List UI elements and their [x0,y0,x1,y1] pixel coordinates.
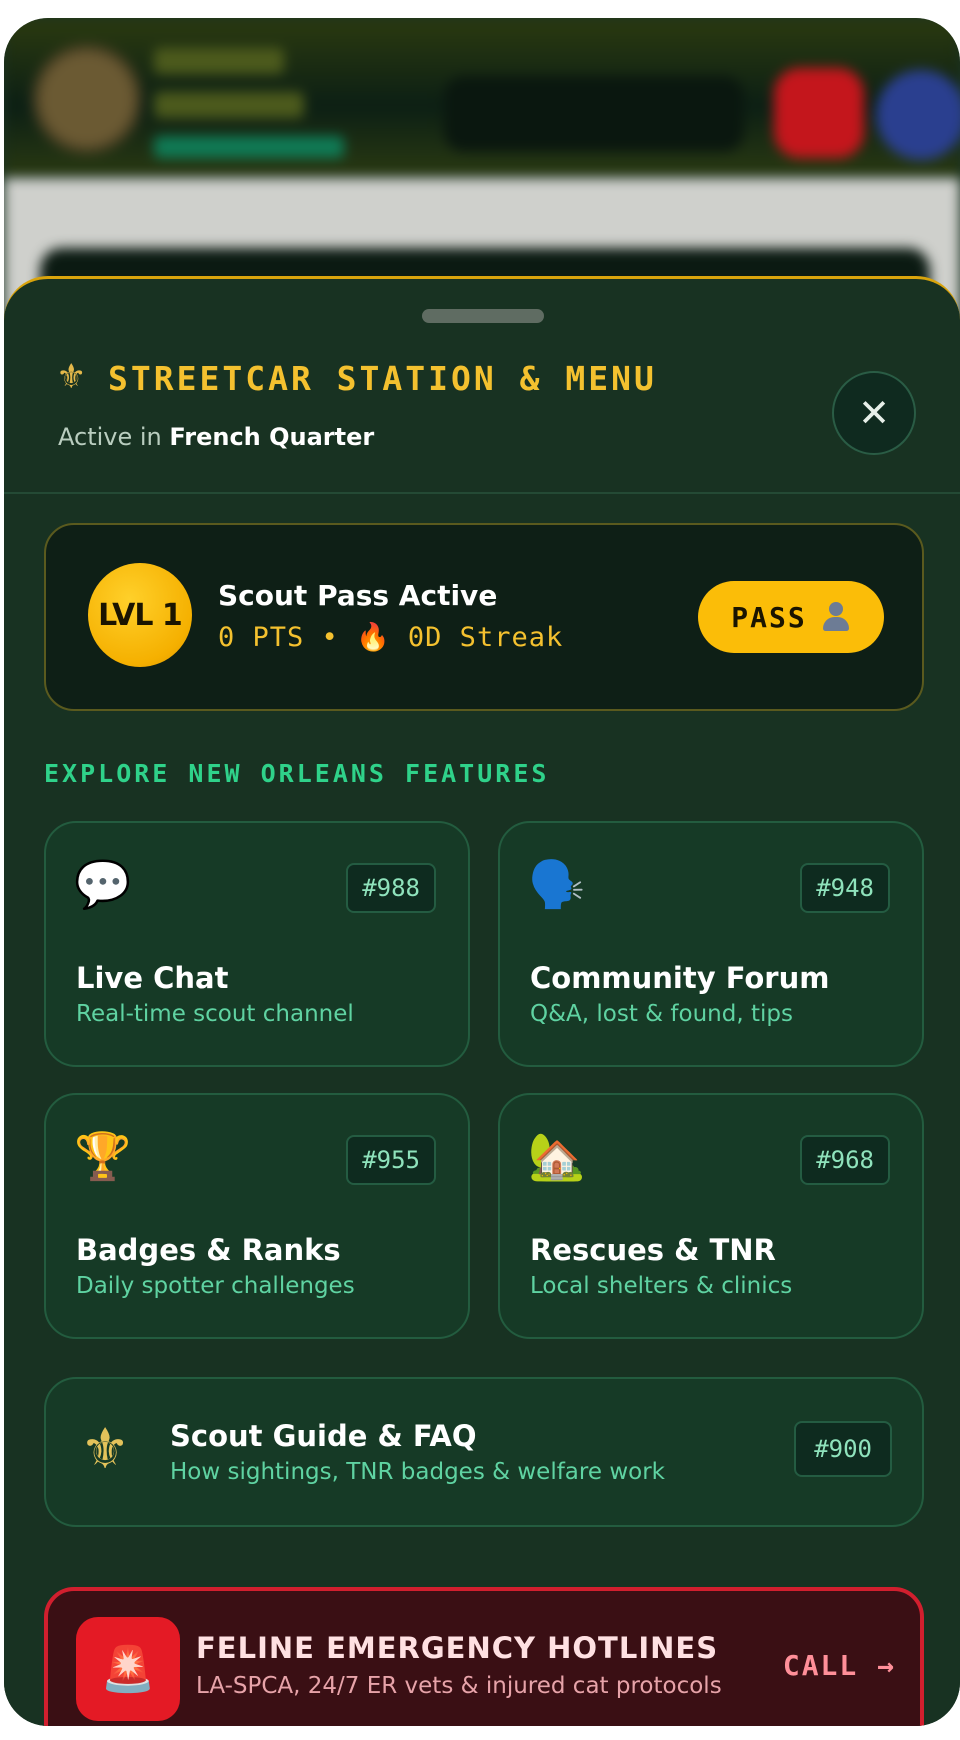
feature-description: Daily spotter challenges [76,1273,355,1299]
background-red-button [774,68,864,158]
feature-badge: #988 [346,863,436,913]
feature-title: Community Forum [530,961,830,995]
feature-description: Local shelters & clinics [530,1273,793,1299]
subtitle-prefix: Active in [58,423,162,451]
speech-bubble-icon: 💬 [74,857,132,911]
fleur-de-lis-icon: ⚜ [80,1417,131,1482]
feature-tile-live-chat[interactable]: 💬 #988 Live Chat Real-time scout channel [44,821,470,1067]
feature-tile-badges-ranks[interactable]: 🏆 #955 Badges & Ranks Daily spotter chal… [44,1093,470,1339]
feature-title: Badges & Ranks [76,1233,341,1267]
sheet-subtitle: Active in French Quarter [58,423,374,451]
fleur-de-lis-icon: ⚜ [56,357,87,397]
feature-tile-rescues-tnr[interactable]: 🏡 #968 Rescues & TNR Local shelters & cl… [498,1093,924,1339]
feature-title: Rescues & TNR [530,1233,776,1267]
feature-badge: #948 [800,863,890,913]
feature-badge: #968 [800,1135,890,1185]
guide-title: Scout Guide & FAQ [170,1419,477,1453]
close-icon: ✕ [858,391,890,435]
close-button[interactable]: ✕ [832,371,916,455]
feature-title: Live Chat [76,961,229,995]
feature-tile-community-forum[interactable]: 🗣️ #948 Community Forum Q&A, lost & foun… [498,821,924,1067]
emergency-description: LA-SPCA, 24/7 ER vets & injured cat prot… [196,1673,722,1699]
background-subtitle-line [154,136,344,158]
guide-description: How sightings, TNR badges & welfare work [170,1459,665,1485]
device-frame: ⚜ STREETCAR STATION & MENU Active in Fre… [4,18,960,1726]
emergency-hotlines-card[interactable]: 🚨 FELINE EMERGENCY HOTLINES LA-SPCA, 24/… [44,1587,924,1726]
subtitle-location: French Quarter [169,423,375,451]
background-blue-avatar [876,70,960,160]
pass-title: Scout Pass Active [218,579,498,612]
pass-stats: 0 PTS • 🔥 0D Streak [218,622,564,653]
background-app-header [4,18,960,178]
background-title-line [154,92,304,118]
call-button[interactable]: CALL → [783,1649,896,1682]
trophy-icon: 🏆 [74,1129,132,1183]
sheet-header: ⚜ STREETCAR STATION & MENU Active in Fre… [4,279,960,494]
scout-guide-tile[interactable]: ⚜ Scout Guide & FAQ How sightings, TNR b… [44,1377,924,1527]
speaking-head-icon: 🗣️ [528,857,586,911]
feature-badge: #955 [346,1135,436,1185]
emergency-title: FELINE EMERGENCY HOTLINES [196,1631,719,1665]
person-icon [821,602,851,632]
sheet-title: STREETCAR STATION & MENU [108,359,657,398]
menu-bottom-sheet: ⚜ STREETCAR STATION & MENU Active in Fre… [4,276,960,1726]
level-badge: LVL 1 [88,563,192,667]
scout-pass-card: LVL 1 Scout Pass Active 0 PTS • 🔥 0D Str… [44,523,924,711]
section-label: EXPLORE NEW ORLEANS FEATURES [44,759,550,788]
siren-icon-box: 🚨 [76,1617,180,1721]
guide-badge: #900 [794,1421,892,1477]
background-title-line [154,48,284,74]
pass-button[interactable]: PASS [698,581,884,653]
pass-button-label: PASS [731,600,807,634]
siren-icon: 🚨 [100,1644,156,1695]
background-avatar [32,44,142,154]
feature-description: Q&A, lost & found, tips [530,1001,793,1027]
house-with-garden-icon: 🏡 [528,1129,586,1183]
feature-description: Real-time scout channel [76,1001,354,1027]
background-pill [444,76,744,152]
